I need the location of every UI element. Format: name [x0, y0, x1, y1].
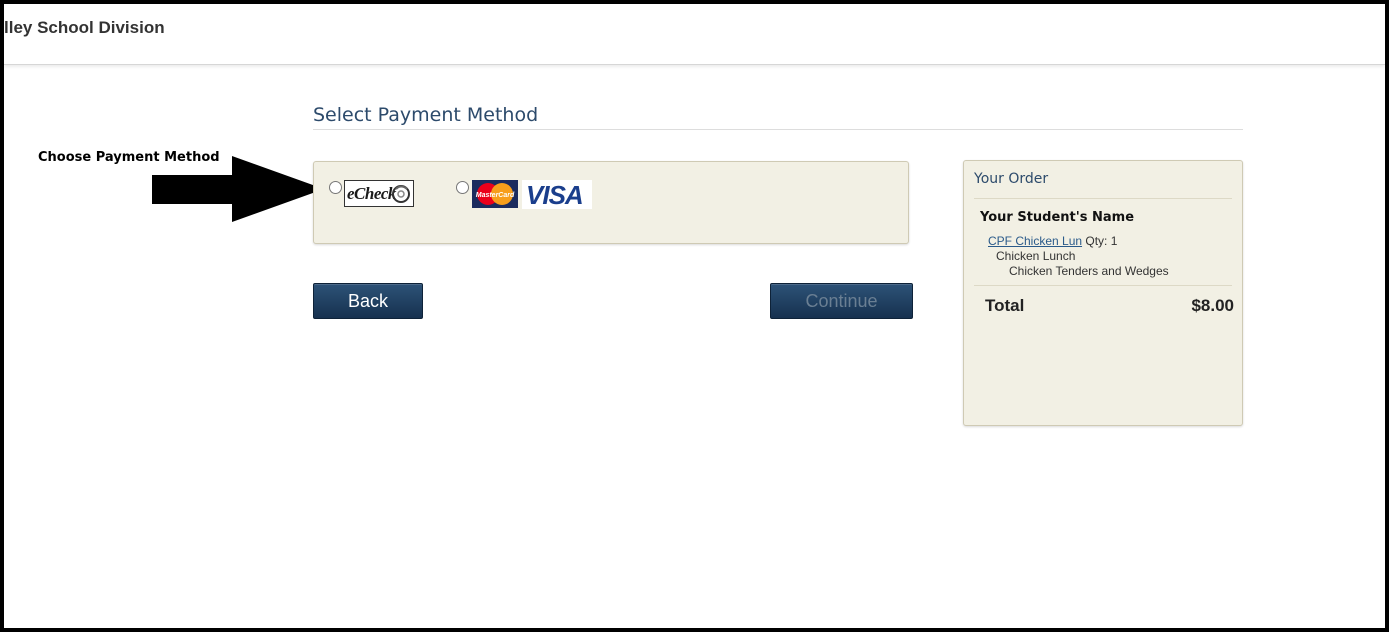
total-divider — [974, 285, 1232, 286]
site-header: lley School Division — [4, 4, 1385, 65]
continue-button[interactable]: Continue — [770, 283, 913, 319]
payment-method-panel: eCheck MasterCard VISA — [313, 161, 909, 244]
order-item-subdetail: Chicken Tenders and Wedges — [1009, 264, 1169, 278]
credit-card-radio[interactable] — [456, 181, 469, 194]
annotation-arrow-icon — [152, 156, 324, 222]
site-title: lley School Division — [4, 18, 165, 37]
order-item-qty: Qty: 1 — [1082, 234, 1118, 248]
echeck-logo-text: eCheck — [347, 184, 396, 203]
title-divider — [313, 129, 1243, 130]
order-title: Your Order — [974, 171, 1049, 187]
order-divider — [974, 198, 1232, 199]
page-frame: lley School Division Choose Payment Meth… — [4, 4, 1385, 628]
order-item-detail: Chicken Lunch — [996, 249, 1076, 263]
student-name: Your Student's Name — [980, 210, 1135, 225]
order-item: CPF Chicken Lun Qty: 1 — [988, 234, 1117, 248]
total-label: Total — [985, 296, 1025, 315]
order-summary-panel: Your Order Your Student's Name CPF Chick… — [963, 160, 1243, 426]
mastercard-logo[interactable]: MasterCard — [472, 180, 518, 208]
order-item-link[interactable]: CPF Chicken Lun — [988, 234, 1082, 248]
page-title: Select Payment Method — [313, 104, 539, 126]
echeck-logo[interactable]: eCheck — [344, 180, 414, 207]
echeck-radio[interactable] — [329, 181, 342, 194]
mastercard-circles-icon: MasterCard — [476, 183, 515, 205]
total-value: $8.00 — [1191, 296, 1234, 315]
visa-logo[interactable]: VISA — [522, 180, 592, 210]
echeck-swirl-icon — [392, 185, 410, 203]
visa-logo-text: VISA — [526, 180, 584, 210]
svg-text:MasterCard: MasterCard — [476, 192, 515, 199]
back-button[interactable]: Back — [313, 283, 423, 319]
